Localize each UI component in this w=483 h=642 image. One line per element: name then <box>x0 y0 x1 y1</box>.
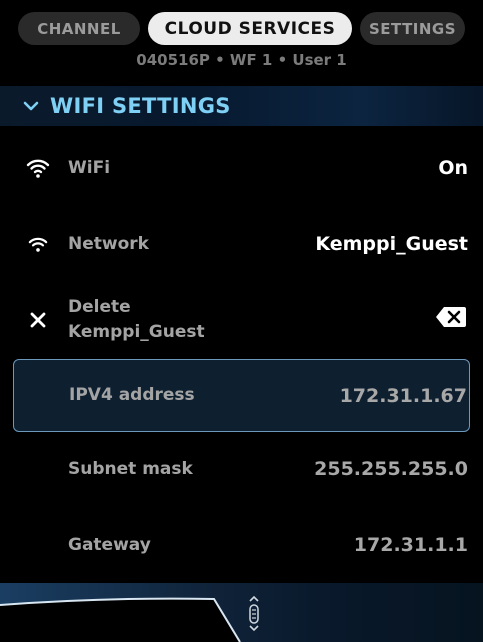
top-tabs: CHANNEL CLOUD SERVICES SETTINGS <box>18 12 465 45</box>
gateway-label: Gateway <box>68 534 151 555</box>
wifi-icon <box>26 156 50 180</box>
bottom-panel <box>0 583 483 642</box>
gateway-value: 172.31.1.1 <box>353 534 468 556</box>
tab-settings[interactable]: SETTINGS <box>360 12 465 45</box>
gateway-row[interactable]: Gateway 172.31.1.1 <box>0 507 483 583</box>
delete-label-line1: Delete <box>68 297 131 317</box>
wifi-icon <box>26 232 50 256</box>
subnet-mask-row[interactable]: Subnet mask 255.255.255.0 <box>0 431 483 507</box>
device-info: 040516P • WF 1 • User 1 <box>136 51 347 69</box>
wifi-label: WiFi <box>68 157 111 178</box>
subnet-value: 255.255.255.0 <box>314 458 468 480</box>
wifi-settings-screen: CHANNEL CLOUD SERVICES SETTINGS 040516P … <box>0 0 483 642</box>
network-label: Network <box>68 233 149 254</box>
bottom-panel-shape <box>0 597 241 642</box>
wifi-toggle-row[interactable]: WiFi On <box>0 130 483 206</box>
chevron-down-icon <box>23 101 39 111</box>
ipv4-value: 172.31.1.67 <box>339 384 467 407</box>
backspace-icon[interactable] <box>435 306 467 333</box>
wifi-settings-section-header[interactable]: WIFI SETTINGS <box>0 86 483 126</box>
network-row[interactable]: Network Kemppi_Guest <box>0 206 483 282</box>
ipv4-label: IPV4 address <box>69 385 195 405</box>
network-value: Kemppi_Guest <box>315 233 468 255</box>
tab-cloud-services[interactable]: CLOUD SERVICES <box>148 12 352 45</box>
section-title: WIFI SETTINGS <box>50 94 231 118</box>
close-icon <box>26 308 50 332</box>
tab-channel[interactable]: CHANNEL <box>18 12 140 45</box>
subnet-label: Subnet mask <box>68 458 193 479</box>
delete-label-line2: Kemppi_Guest <box>68 322 205 342</box>
delete-label: Delete Kemppi_Guest <box>68 295 205 345</box>
wifi-value: On <box>438 157 468 179</box>
ipv4-address-row[interactable]: IPV4 address 172.31.1.67 <box>13 359 470 432</box>
drag-handle-icon[interactable] <box>244 593 264 633</box>
delete-network-row[interactable]: Delete Kemppi_Guest <box>0 282 483 358</box>
